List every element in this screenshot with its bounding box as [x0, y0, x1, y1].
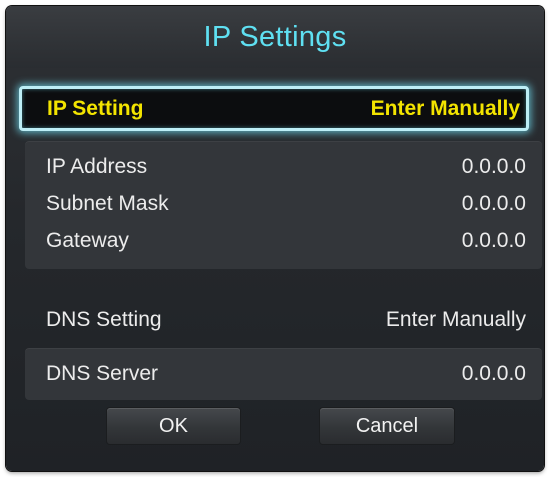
ip-setting-label: IP Setting [47, 96, 144, 120]
ip-address-row[interactable]: IP Address 0.0.0.0 [46, 152, 526, 182]
dns-server-row[interactable]: DNS Server 0.0.0.0 [46, 359, 526, 389]
subnet-mask-row[interactable]: Subnet Mask 0.0.0.0 [46, 189, 526, 219]
dns-setting-label: DNS Setting [46, 308, 162, 331]
ip-address-label: IP Address [46, 155, 148, 178]
dialog-title: IP Settings [203, 21, 347, 53]
dns-server-label: DNS Server [46, 362, 159, 385]
ip-setting-row[interactable]: IP Setting Enter Manually [19, 86, 529, 131]
subnet-mask-value: 0.0.0.0 [461, 192, 526, 215]
ip-setting-value: Enter Manually [370, 96, 520, 120]
ip-settings-dialog: IP Settings IP Setting Enter Manually IP… [6, 6, 544, 471]
gateway-label: Gateway [46, 229, 129, 252]
ok-button[interactable]: OK [107, 408, 240, 444]
subnet-mask-label: Subnet Mask [46, 192, 169, 215]
cancel-button[interactable]: Cancel [320, 408, 454, 444]
dns-setting-value: Enter Manually [385, 308, 526, 331]
gateway-row[interactable]: Gateway 0.0.0.0 [46, 226, 526, 256]
dns-server-value: 0.0.0.0 [461, 362, 526, 385]
dns-setting-row[interactable]: DNS Setting Enter Manually [46, 305, 526, 335]
gateway-value: 0.0.0.0 [461, 229, 526, 252]
ip-address-value: 0.0.0.0 [461, 155, 526, 178]
